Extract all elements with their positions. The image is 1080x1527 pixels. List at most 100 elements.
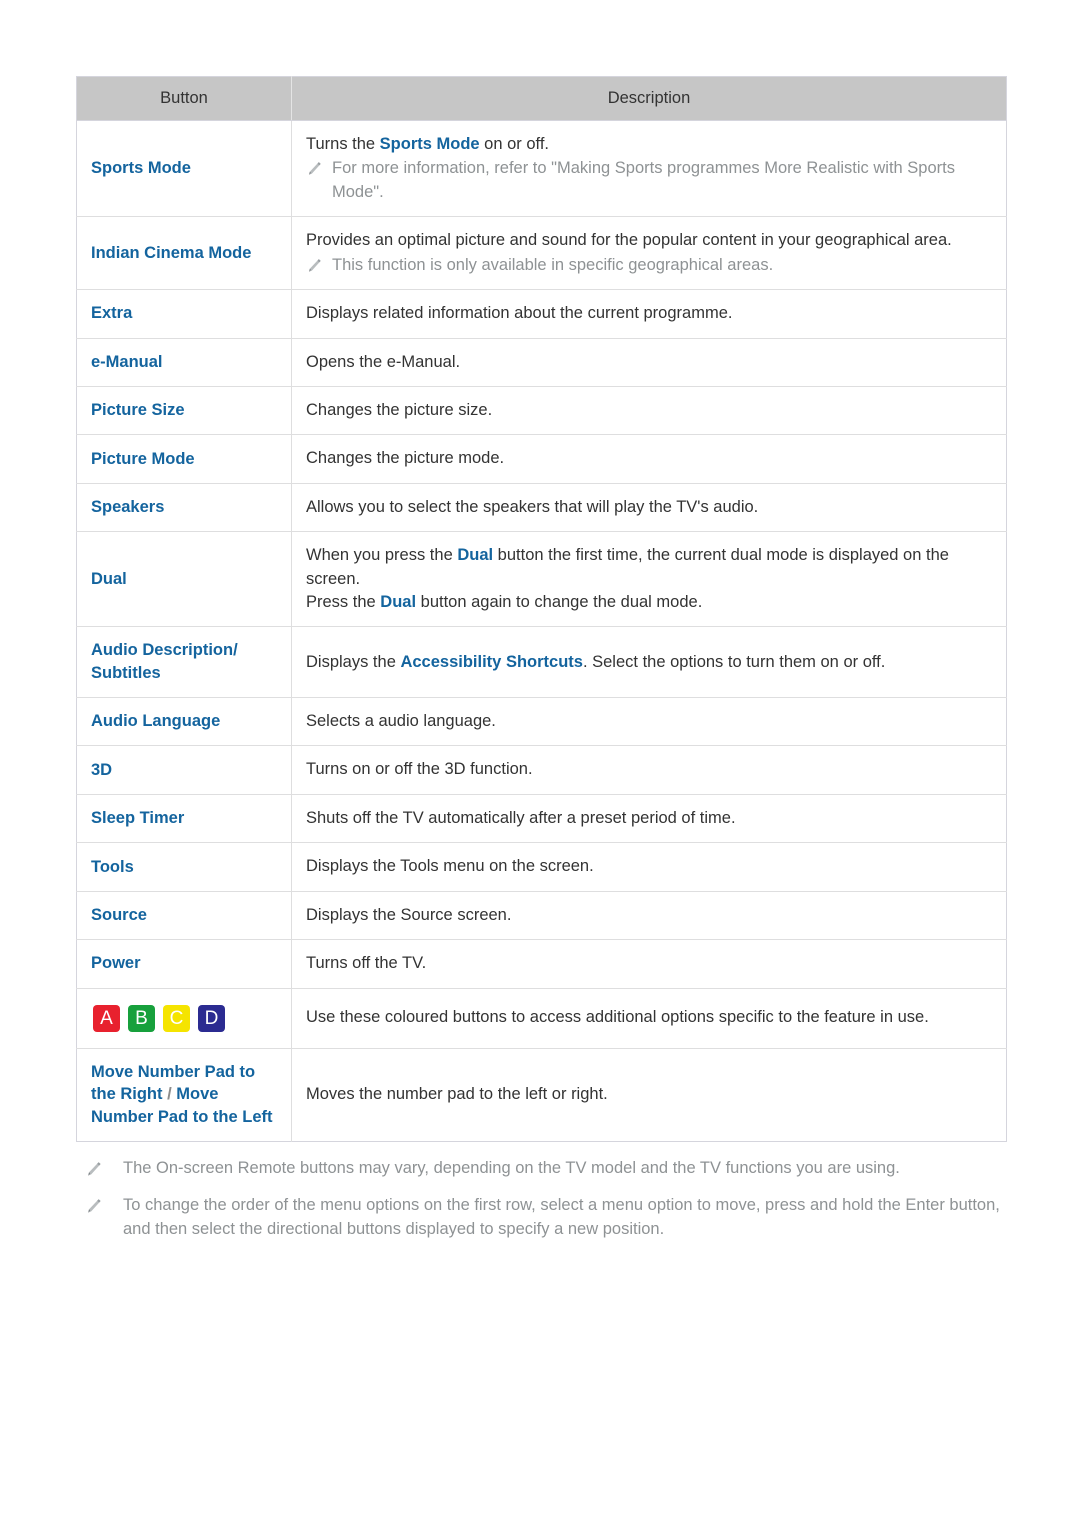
button-name-cell: Power <box>76 939 292 989</box>
table-row: Source Displays the Source screen. <box>76 890 1007 940</box>
table-row: Indian Cinema Mode Provides an optimal pi… <box>76 216 1007 290</box>
pencil-icon <box>88 1199 101 1213</box>
description-link[interactable]: Sports Mode <box>380 135 480 153</box>
colour-buttons-group: ABCD <box>91 1001 281 1036</box>
description-line: Changes the picture mode. <box>306 447 992 470</box>
description-cell: Selects a audio language. <box>291 697 1007 746</box>
description-text: Opens the e-Manual. <box>306 352 461 371</box>
button-name-cell: Speakers <box>76 482 292 532</box>
description-line: Moves the number pad to the left or righ… <box>306 1083 992 1106</box>
table-row: Sleep Timer Shuts off the TV automaticall… <box>76 793 1007 843</box>
description-cell: Changes the picture size. <box>291 385 1007 435</box>
note-text: This function is only available in speci… <box>332 255 774 274</box>
description-text: Allows you to select the speakers that w… <box>306 497 759 516</box>
colour-button-a[interactable]: A <box>93 1004 120 1032</box>
table-header-row: Button Description <box>76 76 1007 121</box>
button-name-cell: Picture Mode <box>76 434 292 484</box>
description-note: This function is only available in speci… <box>306 254 992 277</box>
table-row: Sports Mode Turns the Sports Mode on or o… <box>76 120 1007 217</box>
description-line: Shuts off the TV automatically after a p… <box>306 807 992 830</box>
table-row: Picture Mode Changes the picture mode. <box>76 434 1007 484</box>
description-text: Selects a audio language. <box>306 712 496 731</box>
button-name-label[interactable]: Source <box>91 906 147 924</box>
column-header-description: Description <box>291 76 1007 121</box>
description-cell: Provides an optimal picture and sound fo… <box>291 216 1007 290</box>
footnote-item: To change the order of the menu options … <box>76 1194 1016 1241</box>
button-name-cell: Sports Mode <box>76 120 292 217</box>
description-text: Turns on or off the 3D function. <box>306 760 533 779</box>
table-row: Power Turns off the TV. <box>76 939 1007 989</box>
button-name-cell: Dual <box>76 531 292 627</box>
description-link[interactable]: Dual <box>457 546 493 564</box>
description-text: . Select the options to turn them on or … <box>582 652 886 671</box>
description-line: Displays related information about the c… <box>306 302 992 325</box>
button-name-label[interactable]: Audio Language <box>91 712 220 730</box>
description-link[interactable]: Accessibility Shortcuts <box>400 653 582 671</box>
table-row: Audio Language Selects a audio language. <box>76 697 1007 746</box>
table-row: Picture Size Changes the picture size. <box>76 385 1007 435</box>
table-row: Speakers Allows you to select the speaker… <box>76 482 1007 532</box>
description-line: Displays the Accessibility Shortcuts. Se… <box>306 651 992 674</box>
button-name-label[interactable]: Sports Mode <box>91 159 191 177</box>
description-text: Moves the number pad to the left or righ… <box>306 1084 608 1103</box>
button-name-label[interactable]: Extra <box>91 304 132 322</box>
description-cell: Displays the Accessibility Shortcuts. Se… <box>291 626 1007 698</box>
description-cell: Changes the picture mode. <box>291 434 1007 484</box>
description-text: Displays the <box>306 652 401 671</box>
button-name-label[interactable]: Audio Description/ Subtitles <box>91 641 238 682</box>
button-name-label[interactable]: e-Manual <box>91 353 163 371</box>
button-name-label[interactable]: Speakers <box>91 498 164 516</box>
column-header-button: Button <box>76 76 292 121</box>
description-cell: When you press the Dual button the first… <box>291 531 1007 627</box>
description-line: When you press the Dual button the first… <box>306 544 992 591</box>
button-name-cell: Audio Language <box>76 697 292 746</box>
colour-button-b[interactable]: B <box>128 1004 155 1032</box>
description-line: Changes the picture size. <box>306 399 992 422</box>
description-cell: Displays related information about the c… <box>291 289 1007 339</box>
table-row: Dual When you press the Dual button the f… <box>76 531 1007 627</box>
description-line: Displays the Tools menu on the screen. <box>306 855 992 878</box>
pencil-icon <box>88 1162 101 1176</box>
description-cell: Turns the Sports Mode on or off. For more… <box>292 121 1007 217</box>
button-name-cell: Picture Size <box>76 385 292 435</box>
button-name-label[interactable]: 3D <box>91 761 112 779</box>
button-name-label[interactable]: Picture Size <box>91 401 185 419</box>
table-row: Tools Displays the Tools menu on the scre… <box>76 842 1007 892</box>
colour-button-d[interactable]: D <box>198 1004 225 1032</box>
button-name-cell: Audio Description/ Subtitles <box>76 626 292 698</box>
table-row: 3D Turns on or off the 3D function. <box>76 745 1007 795</box>
button-name-label[interactable]: Sleep Timer <box>91 809 184 827</box>
button-name-label[interactable]: Indian Cinema Mode <box>91 244 251 262</box>
colour-button-c[interactable]: C <box>163 1004 190 1032</box>
button-name-cell: Sleep Timer <box>76 793 292 843</box>
description-line: Opens the e-Manual. <box>306 351 992 374</box>
pencil-icon <box>309 162 321 176</box>
description-cell: Turns on or off the 3D function. <box>291 745 1007 795</box>
description-line: Selects a audio language. <box>306 710 992 733</box>
description-cell: Allows you to select the speakers that w… <box>291 482 1007 532</box>
button-name-label[interactable]: Power <box>91 954 141 972</box>
description-text: Displays the Source screen. <box>306 905 512 924</box>
description-text: Press the <box>306 593 381 612</box>
footnote-text: To change the order of the menu options … <box>123 1196 1000 1238</box>
button-name-cell: Source <box>76 890 292 940</box>
description-line: Turns on or off the 3D function. <box>306 758 992 781</box>
description-text: Changes the picture mode. <box>306 449 505 468</box>
button-name-label[interactable]: Picture Mode <box>91 450 195 468</box>
table-body: Sports Mode Turns the Sports Mode on or o… <box>76 120 1007 1142</box>
table-row: Extra Displays related information about … <box>76 289 1007 339</box>
button-name-label[interactable]: Dual <box>91 570 127 588</box>
button-name-cell: Indian Cinema Mode <box>76 216 292 290</box>
table-row: A B C D Use these coloured buttons to access… <box>76 987 1007 1049</box>
button-name-label[interactable]: Tools <box>91 858 134 876</box>
description-link[interactable]: Dual <box>380 593 416 611</box>
footnote-item: The On-screen Remote buttons may vary, d… <box>76 1157 1016 1180</box>
button-name-cell: Tools <box>76 842 292 892</box>
description-cell: Moves the number pad to the left or righ… <box>291 1047 1007 1142</box>
manual-page: Button Description Sports Mode Turns the … <box>0 0 1080 1527</box>
description-line: Turns the Sports Mode on or off. <box>306 133 992 156</box>
button-name-cell: e-Manual <box>76 337 292 387</box>
description-text: button again to change the dual mode. <box>416 593 703 612</box>
description-text: Provides an optimal picture and sound fo… <box>306 231 952 250</box>
description-text: Use these coloured buttons to access add… <box>306 1008 929 1027</box>
